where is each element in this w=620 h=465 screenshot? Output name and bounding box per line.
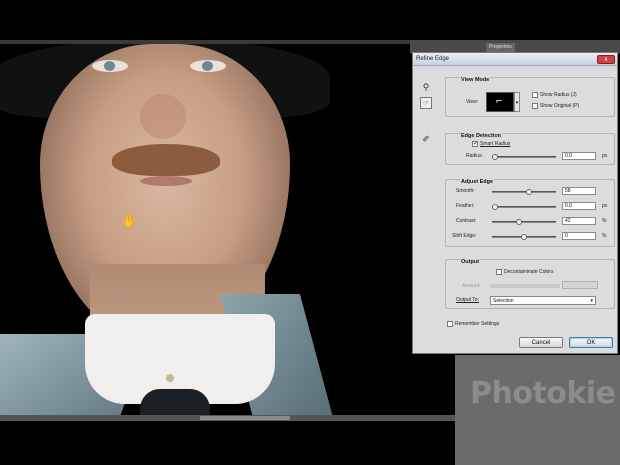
chevron-down-icon: ▾ bbox=[590, 298, 593, 304]
view-mode-title: View Mode bbox=[460, 77, 491, 83]
show-radius-label: Show Radius (J) bbox=[540, 92, 577, 98]
adjust-edge-group: Adjust Edge Smooth: 58 Feather: 0.0 px C… bbox=[445, 179, 615, 247]
decontaminate-label: Decontaminate Colors bbox=[504, 269, 554, 275]
photo-mustache bbox=[112, 144, 220, 176]
radius-slider[interactable] bbox=[492, 154, 556, 160]
shift-edge-label: Shift Edge: bbox=[452, 233, 477, 239]
close-button[interactable]: x bbox=[597, 55, 615, 64]
dialog-title: Refine Edge bbox=[416, 56, 450, 62]
refine-edge-dialog: Refine Edge x ⚲ ☞ ✐ View Mode View: ▾ Sh… bbox=[412, 52, 618, 354]
radius-slider-knob[interactable] bbox=[492, 154, 498, 160]
show-radius-checkbox[interactable] bbox=[532, 92, 538, 98]
show-original-checkbox[interactable] bbox=[532, 103, 538, 109]
feather-unit: px bbox=[602, 203, 608, 209]
photo-collar-stud bbox=[166, 374, 174, 382]
dialog-title-bar[interactable]: Refine Edge x bbox=[413, 53, 617, 66]
smart-radius-checkbox[interactable] bbox=[472, 140, 478, 147]
zoom-tool-icon[interactable]: ⚲ bbox=[420, 81, 432, 93]
output-title: Output bbox=[460, 259, 481, 265]
watermark-text: Photokie bbox=[470, 376, 616, 411]
amount-label: Amount: bbox=[462, 283, 481, 289]
photo-image bbox=[0, 44, 410, 419]
contrast-slider-knob[interactable] bbox=[516, 219, 522, 225]
refine-radius-brush-icon[interactable]: ✐ bbox=[420, 133, 432, 145]
view-mode-group: View Mode View: ▾ Show Radius (J) Show O… bbox=[445, 77, 615, 117]
hand-tool-icon[interactable]: ☞ bbox=[420, 97, 432, 109]
feather-input[interactable]: 0.0 bbox=[562, 202, 596, 210]
smooth-input[interactable]: 58 bbox=[562, 187, 596, 195]
contrast-unit: % bbox=[602, 218, 607, 224]
view-label: View: bbox=[466, 99, 479, 105]
chevron-down-icon[interactable]: ▾ bbox=[514, 92, 520, 112]
remember-settings-label: Remember Settings bbox=[455, 321, 500, 327]
view-mode-thumbnail[interactable] bbox=[486, 92, 514, 112]
amount-input-disabled bbox=[562, 281, 598, 289]
show-original-label: Show Original (P) bbox=[540, 103, 580, 109]
photo-eye-right bbox=[190, 60, 226, 72]
output-to-label: Output To: bbox=[456, 297, 479, 303]
contrast-input[interactable]: 42 bbox=[562, 217, 596, 225]
panel-tab-1[interactable] bbox=[418, 43, 424, 52]
panel-tab-2[interactable] bbox=[450, 43, 456, 52]
photo-mouth bbox=[140, 176, 192, 186]
shift-edge-slider[interactable] bbox=[492, 234, 556, 240]
radius-unit: px bbox=[602, 153, 608, 159]
ok-button[interactable]: OK bbox=[569, 337, 613, 348]
output-to-value: Selection bbox=[493, 298, 514, 304]
remember-settings-checkbox[interactable] bbox=[447, 321, 453, 327]
panel-tab-properties[interactable]: Properties bbox=[486, 43, 515, 52]
feather-slider-knob[interactable] bbox=[492, 204, 498, 210]
smooth-slider-knob[interactable] bbox=[526, 189, 532, 195]
contrast-slider[interactable] bbox=[492, 219, 556, 225]
shift-edge-slider-knob[interactable] bbox=[521, 234, 527, 240]
edge-detection-group: Edge Detection Smart Radius Radius: 0.0 … bbox=[445, 133, 615, 165]
feather-label: Feather: bbox=[456, 203, 475, 209]
output-to-select[interactable]: Selection ▾ bbox=[490, 296, 596, 305]
shift-edge-unit: % bbox=[602, 233, 607, 239]
smooth-slider[interactable] bbox=[492, 189, 556, 195]
output-group: Output Decontaminate Colors Amount: Outp… bbox=[445, 259, 615, 309]
cancel-button[interactable]: Cancel bbox=[519, 337, 563, 348]
adjust-edge-title: Adjust Edge bbox=[460, 179, 495, 185]
amount-slider-disabled bbox=[490, 284, 560, 288]
contrast-label: Contrast: bbox=[456, 218, 477, 224]
feather-slider[interactable] bbox=[492, 204, 556, 210]
photo-eye-left bbox=[92, 60, 128, 72]
decontaminate-checkbox[interactable] bbox=[496, 269, 502, 275]
radius-label: Radius: bbox=[466, 153, 483, 159]
smart-radius-label: Smart Radius bbox=[480, 141, 511, 147]
radius-input[interactable]: 0.0 bbox=[562, 152, 596, 160]
shift-edge-input[interactable]: 0 bbox=[562, 232, 596, 240]
dialog-tools: ⚲ ☞ ✐ bbox=[416, 69, 436, 149]
edge-detection-title: Edge Detection bbox=[460, 133, 503, 139]
photo-nose bbox=[140, 94, 186, 139]
scrollbar-thumb[interactable] bbox=[200, 416, 290, 420]
smooth-label: Smooth: bbox=[456, 188, 475, 194]
hand-cursor-icon: ✋ bbox=[122, 214, 137, 228]
